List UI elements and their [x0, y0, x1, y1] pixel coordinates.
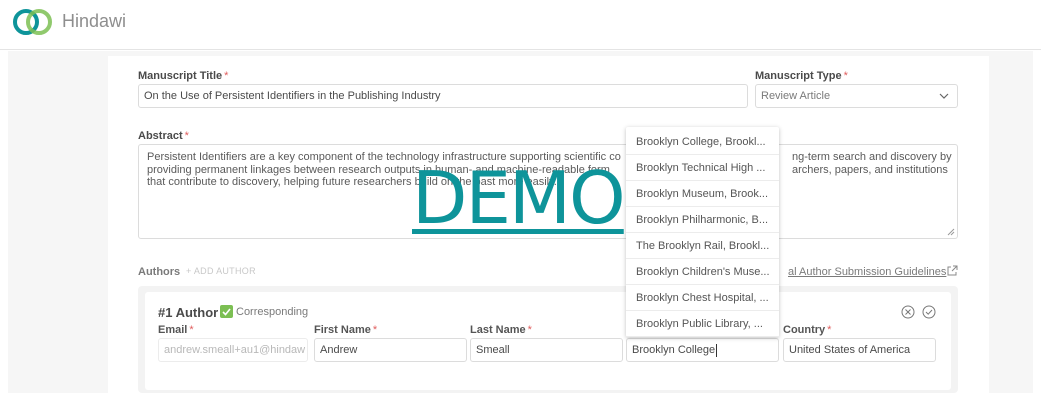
manuscript-type-label-text: Manuscript Type	[755, 70, 842, 82]
abstract-line-2-right: archers, papers, and institutions	[792, 163, 948, 176]
last-name-label-text: Last Name	[470, 324, 526, 336]
required-mark: *	[827, 324, 832, 336]
save-author-icon[interactable]	[922, 305, 936, 319]
text-cursor	[716, 343, 718, 357]
demo-watermark: DEMO	[412, 156, 626, 240]
manuscript-type-value: Review Article	[761, 90, 831, 102]
affiliation-input[interactable]: Brooklyn College	[626, 338, 779, 362]
abstract-right-fragment: ng-term search and discovery by archers,…	[792, 151, 952, 176]
corresponding-label: Corresponding	[236, 306, 309, 318]
first-name-value: Andrew	[320, 344, 358, 356]
manuscript-title-value: On the Use of Persistent Identifiers in …	[144, 90, 441, 102]
external-link-icon[interactable]	[946, 265, 958, 277]
chevron-down-icon	[939, 93, 949, 99]
manuscript-title-input[interactable]: On the Use of Persistent Identifiers in …	[138, 84, 748, 108]
required-mark: *	[372, 324, 378, 336]
country-value: United States of America	[789, 344, 911, 356]
first-name-label: First Name *	[314, 324, 377, 336]
abstract-line-1-right: ng-term search and discovery by	[792, 151, 952, 163]
resize-handle-icon[interactable]	[947, 228, 955, 236]
suggestion-item[interactable]: Brooklyn Chest Hospital, ...	[626, 285, 779, 311]
email-value: andrew.smeall+au1@hindaw	[164, 344, 306, 356]
email-label-text: Email	[158, 324, 188, 336]
brand-name: Hindawi	[62, 11, 127, 31]
required-mark: *	[843, 70, 848, 82]
required-mark: *	[189, 324, 194, 336]
last-name-input[interactable]: Smeall	[470, 338, 623, 362]
manuscript-title-label-text: Manuscript Title	[138, 70, 223, 82]
country-select[interactable]: United States of America	[783, 338, 936, 362]
authors-label: Authors	[138, 266, 181, 278]
corresponding-check-icon[interactable]	[220, 305, 233, 318]
manuscript-type-label: Manuscript Type *	[755, 70, 848, 82]
required-mark: *	[224, 70, 229, 82]
suggestion-item[interactable]: Brooklyn Public Library, ...	[626, 311, 779, 337]
affiliation-suggestions-dropdown: Brooklyn College, Brookl... Brooklyn Tec…	[626, 127, 779, 337]
email-label: Email *	[158, 324, 194, 336]
hindawi-logo-icon[interactable]	[11, 6, 55, 38]
add-author-button[interactable]: + ADD AUTHOR	[186, 266, 256, 276]
abstract-label-text: Abstract	[138, 130, 183, 142]
country-label: Country *	[783, 324, 831, 336]
suggestion-item[interactable]: Brooklyn Philharmonic, B...	[626, 207, 779, 233]
abstract-label: Abstract *	[138, 130, 189, 142]
last-name-label: Last Name *	[470, 324, 532, 336]
manuscript-title-label: Manuscript Title *	[138, 70, 228, 82]
remove-author-icon[interactable]	[901, 305, 915, 319]
manuscript-type-select[interactable]: Review Article	[755, 84, 958, 108]
required-mark: *	[184, 130, 189, 142]
suggestion-item[interactable]: The Brooklyn Rail, Brookl...	[626, 233, 779, 259]
author-number: #1 Author	[158, 305, 219, 320]
country-label-text: Country	[783, 324, 826, 336]
author-guidelines-link[interactable]: al Author Submission Guidelines	[788, 266, 946, 278]
first-name-label-text: First Name	[314, 324, 371, 336]
last-name-value: Smeall	[476, 344, 510, 356]
affiliation-value: Brooklyn College	[632, 344, 716, 356]
suggestion-item[interactable]: Brooklyn Technical High ...	[626, 155, 779, 181]
required-mark: *	[527, 324, 532, 336]
suggestion-item[interactable]: Brooklyn Children's Muse...	[626, 259, 779, 285]
suggestion-item[interactable]: Brooklyn College, Brookl...	[626, 129, 779, 155]
suggestion-item[interactable]: Brooklyn Museum, Brook...	[626, 181, 779, 207]
top-bar: Hindawi	[0, 0, 1041, 50]
email-input[interactable]: andrew.smeall+au1@hindaw	[158, 338, 308, 362]
first-name-input[interactable]: Andrew	[314, 338, 467, 362]
